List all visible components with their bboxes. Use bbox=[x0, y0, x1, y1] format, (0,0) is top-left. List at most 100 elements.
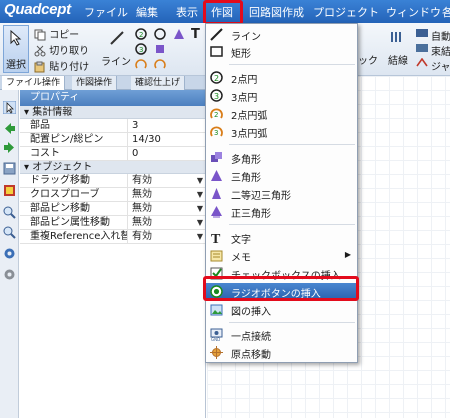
menu-item-isosceles-triangle[interactable]: 二等辺三角形 bbox=[206, 185, 357, 202]
circle-2pt-ribbon-icon[interactable]: 2 bbox=[135, 28, 147, 40]
property-row[interactable]: コスト 0 bbox=[20, 147, 205, 161]
menu-item-line[interactable]: ライン bbox=[206, 26, 357, 43]
equilateral-triangle-icon bbox=[211, 206, 222, 218]
bundle-icon[interactable] bbox=[416, 43, 428, 53]
property-row[interactable]: 部品ピン属性移動 無効 ▼ bbox=[20, 216, 205, 230]
arc-2pt-icon: 2 bbox=[210, 108, 223, 119]
auto-route-icon[interactable] bbox=[416, 28, 428, 38]
menu-window[interactable]: ウィンドウ bbox=[386, 4, 441, 20]
property-value: 0 bbox=[132, 148, 139, 159]
property-row[interactable]: 部品ピン移動 無効 ▼ bbox=[20, 202, 205, 216]
tab-draw-ops[interactable]: 作図操作 bbox=[72, 76, 118, 90]
chevron-down-icon[interactable]: ▼ bbox=[197, 174, 203, 187]
property-key: 部品 bbox=[20, 119, 128, 132]
memo-icon bbox=[210, 250, 223, 262]
menu-item-memo[interactable]: メモ ▶ bbox=[206, 247, 357, 264]
chevron-down-icon[interactable]: ▼ bbox=[197, 202, 203, 215]
arrow-right-icon[interactable] bbox=[3, 141, 16, 154]
text-ribbon-icon[interactable]: T bbox=[190, 27, 202, 39]
copy-button[interactable]: コピー bbox=[34, 26, 79, 41]
property-row[interactable]: 配置ピン/総ピン 14/30 bbox=[20, 133, 205, 147]
menu-item-text[interactable]: T 文字 bbox=[206, 229, 357, 246]
arrow-left-icon[interactable] bbox=[3, 122, 16, 135]
menu-schematic[interactable]: 回路図作成 bbox=[249, 4, 304, 20]
save-icon[interactable] bbox=[3, 162, 16, 175]
arc-3pt-icon: 3 bbox=[210, 126, 223, 137]
circle-3pt-ribbon-icon[interactable]: 3 bbox=[135, 43, 147, 55]
menu-item-triangle[interactable]: 三角形 bbox=[206, 167, 357, 184]
bundle-label[interactable]: 束結 bbox=[431, 43, 450, 58]
chevron-down-icon[interactable]: ▼ bbox=[197, 216, 203, 229]
property-value: 有効 bbox=[132, 231, 152, 242]
board-icon[interactable] bbox=[3, 184, 16, 197]
circle-3pt-icon: 3 bbox=[210, 89, 223, 102]
collapse-icon: ▾ bbox=[24, 107, 33, 118]
polygon-ribbon-icon[interactable] bbox=[154, 43, 166, 55]
property-dropdown[interactable]: 無効 ▼ bbox=[128, 188, 205, 201]
cut-button[interactable]: 切り取り bbox=[34, 42, 89, 57]
property-row[interactable]: 部品 3 bbox=[20, 119, 205, 133]
property-dropdown[interactable]: 無効 ▼ bbox=[128, 216, 205, 229]
arc-ribbon-icon-b[interactable] bbox=[154, 58, 166, 70]
auto-label[interactable]: 自動 bbox=[431, 28, 450, 43]
tab-check-finish[interactable]: 確認仕上げ bbox=[131, 76, 186, 90]
property-key: クロスプローブ bbox=[20, 188, 128, 201]
paste-button[interactable]: 貼り付け bbox=[34, 58, 89, 73]
svg-text:GND: GND bbox=[211, 337, 220, 341]
menu-item-picture-insert[interactable]: 図の挿入 bbox=[206, 301, 357, 318]
menu-item-polygon[interactable]: 多角形 bbox=[206, 149, 357, 166]
zoom-in-icon[interactable] bbox=[3, 206, 16, 219]
menu-item-circle-3pt[interactable]: 3 3点円 bbox=[206, 87, 357, 104]
settings-gear-icon[interactable] bbox=[3, 247, 16, 260]
menu-item-arc-3pt[interactable]: 3 3点円弧 bbox=[206, 123, 357, 140]
circle-ribbon-icon-b[interactable] bbox=[154, 28, 166, 40]
pointer-tool-icon[interactable] bbox=[3, 101, 16, 114]
app-logo: Quadcept bbox=[4, 1, 71, 18]
single-point-connect-icon: GND bbox=[210, 328, 223, 341]
menu-file[interactable]: ファイル bbox=[84, 4, 128, 20]
property-row[interactable]: 重複Reference入れ替え 有効 ▼ bbox=[20, 230, 205, 244]
wiring-label[interactable]: 結線 bbox=[388, 52, 408, 67]
section-object-header[interactable]: ▾ オブジェクト bbox=[20, 161, 205, 174]
line-tool-label[interactable]: ライン bbox=[101, 53, 131, 68]
menu-item-rectangle[interactable]: 矩形 bbox=[206, 43, 357, 60]
jump-icon[interactable] bbox=[416, 58, 428, 68]
menu-item-circle-2pt[interactable]: 2 2点円 bbox=[206, 69, 357, 86]
ribbon-tabs: ファイル操作 作図操作 確認仕上げ bbox=[0, 76, 205, 90]
menu-more[interactable]: 各 bbox=[442, 4, 450, 20]
rectangle-icon bbox=[210, 46, 223, 57]
menu-item-label: 正三角形 bbox=[231, 209, 271, 220]
property-row[interactable]: ドラッグ移動 有効 ▼ bbox=[20, 174, 205, 188]
menu-item-single-point-connect[interactable]: GND 一点接続 bbox=[206, 326, 357, 343]
property-key: ドラッグ移動 bbox=[20, 174, 128, 187]
svg-text:2: 2 bbox=[139, 31, 143, 39]
menu-item-origin-move[interactable]: 原点移動 bbox=[206, 344, 357, 361]
property-dropdown[interactable]: 有効 ▼ bbox=[128, 230, 205, 243]
triangle-ribbon-icon[interactable] bbox=[173, 28, 185, 40]
menu-project[interactable]: プロジェクト bbox=[313, 4, 379, 20]
line-tool-icon[interactable] bbox=[110, 31, 124, 45]
jump-label[interactable]: ジャ bbox=[431, 58, 450, 73]
arc-ribbon-icon[interactable] bbox=[135, 58, 147, 70]
menu-item-label: 2点円 bbox=[231, 75, 258, 86]
chevron-down-icon[interactable]: ▼ bbox=[197, 188, 203, 201]
property-row[interactable]: クロスプローブ 無効 ▼ bbox=[20, 188, 205, 202]
property-dropdown[interactable]: 無効 ▼ bbox=[128, 202, 205, 215]
gear-icon[interactable] bbox=[3, 268, 16, 281]
zoom-out-icon[interactable] bbox=[3, 226, 16, 239]
wiring-icon[interactable] bbox=[390, 30, 404, 44]
section-summary-header[interactable]: ▾ 集計情報 bbox=[20, 106, 205, 119]
section-summary-title: 集計情報 bbox=[32, 107, 73, 118]
menu-view[interactable]: 表示 bbox=[176, 4, 198, 20]
menu-item-label: 三角形 bbox=[231, 173, 261, 184]
menu-item-equilateral-triangle[interactable]: 正三角形 bbox=[206, 203, 357, 220]
select-button[interactable]: 選択 bbox=[3, 25, 29, 73]
chevron-down-icon[interactable]: ▼ bbox=[197, 230, 203, 243]
tab-file-ops[interactable]: ファイル操作 bbox=[2, 76, 66, 90]
collapse-icon: ▾ bbox=[24, 162, 33, 173]
property-dropdown[interactable]: 有効 ▼ bbox=[128, 174, 205, 187]
cut-label: 切り取り bbox=[49, 46, 90, 57]
menu-item-label: ライン bbox=[231, 32, 261, 43]
menu-edit[interactable]: 編集 bbox=[136, 4, 158, 20]
menu-item-arc-2pt[interactable]: 2 2点円弧 bbox=[206, 105, 357, 122]
